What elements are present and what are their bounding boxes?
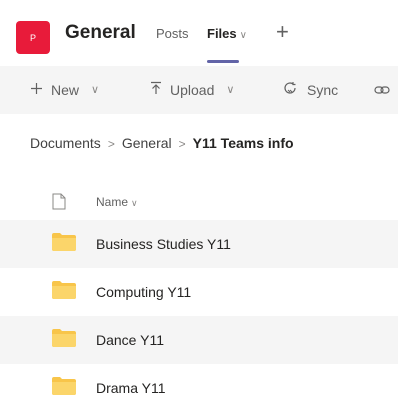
- name-column-label: Name: [96, 195, 129, 209]
- upload-button[interactable]: Upload ∨: [150, 80, 234, 100]
- list-item[interactable]: Business Studies Y11: [0, 220, 398, 268]
- upload-label: Upload: [170, 82, 215, 98]
- breadcrumb-item-current: Y11 Teams info: [192, 135, 294, 151]
- folder-icon: [52, 281, 76, 299]
- folder-icon: [52, 377, 76, 395]
- sync-label: Sync: [307, 82, 339, 98]
- sync-button[interactable]: Sync: [283, 80, 338, 100]
- tab-files[interactable]: Files ∨: [207, 25, 247, 45]
- sync-icon: [283, 80, 299, 100]
- breadcrumb-item-general[interactable]: General: [122, 135, 172, 151]
- breadcrumb-item-documents[interactable]: Documents: [30, 135, 101, 151]
- command-bar: New ∨ Upload ∨ Sync: [0, 66, 398, 114]
- new-label: New: [51, 82, 80, 98]
- folder-name[interactable]: Dance Y11: [96, 331, 164, 349]
- copy-link-button[interactable]: [374, 80, 398, 100]
- plus-icon: [30, 80, 43, 100]
- breadcrumb: Documents > General > Y11 Teams info: [30, 134, 294, 153]
- channel-header: P General Posts Files ∨ +: [0, 0, 398, 66]
- link-icon: [374, 80, 390, 100]
- folder-icon: [52, 233, 76, 251]
- list-item[interactable]: Drama Y11: [0, 364, 398, 412]
- active-tab-indicator: [207, 60, 239, 63]
- name-column-header[interactable]: Name ∨: [96, 195, 138, 211]
- chevron-right-icon: >: [107, 137, 115, 151]
- channel-title: General: [65, 22, 136, 43]
- new-button[interactable]: New ∨: [30, 80, 99, 100]
- folder-name[interactable]: Business Studies Y11: [96, 235, 231, 253]
- chevron-down-icon[interactable]: ∨: [240, 30, 247, 41]
- tab-files-label: Files: [207, 26, 237, 41]
- folder-name[interactable]: Drama Y11: [96, 379, 166, 397]
- list-header: Name ∨: [0, 186, 398, 220]
- add-tab-button[interactable]: +: [276, 19, 289, 45]
- team-avatar[interactable]: P: [16, 21, 50, 54]
- chevron-down-icon: ∨: [91, 84, 100, 96]
- tab-posts[interactable]: Posts: [156, 25, 189, 43]
- list-item[interactable]: Dance Y11: [0, 316, 398, 364]
- tab-posts-label: Posts: [156, 26, 189, 41]
- folder-icon: [52, 329, 76, 347]
- team-avatar-letter: P: [29, 32, 36, 43]
- upload-icon: [150, 80, 162, 100]
- document-icon[interactable]: [52, 193, 66, 210]
- folder-name[interactable]: Computing Y11: [96, 283, 191, 301]
- list-item[interactable]: Computing Y11: [0, 268, 398, 316]
- chevron-down-icon: ∨: [131, 198, 138, 208]
- plus-icon: +: [276, 19, 289, 44]
- chevron-down-icon: ∨: [226, 84, 235, 96]
- chevron-right-icon: >: [178, 137, 186, 151]
